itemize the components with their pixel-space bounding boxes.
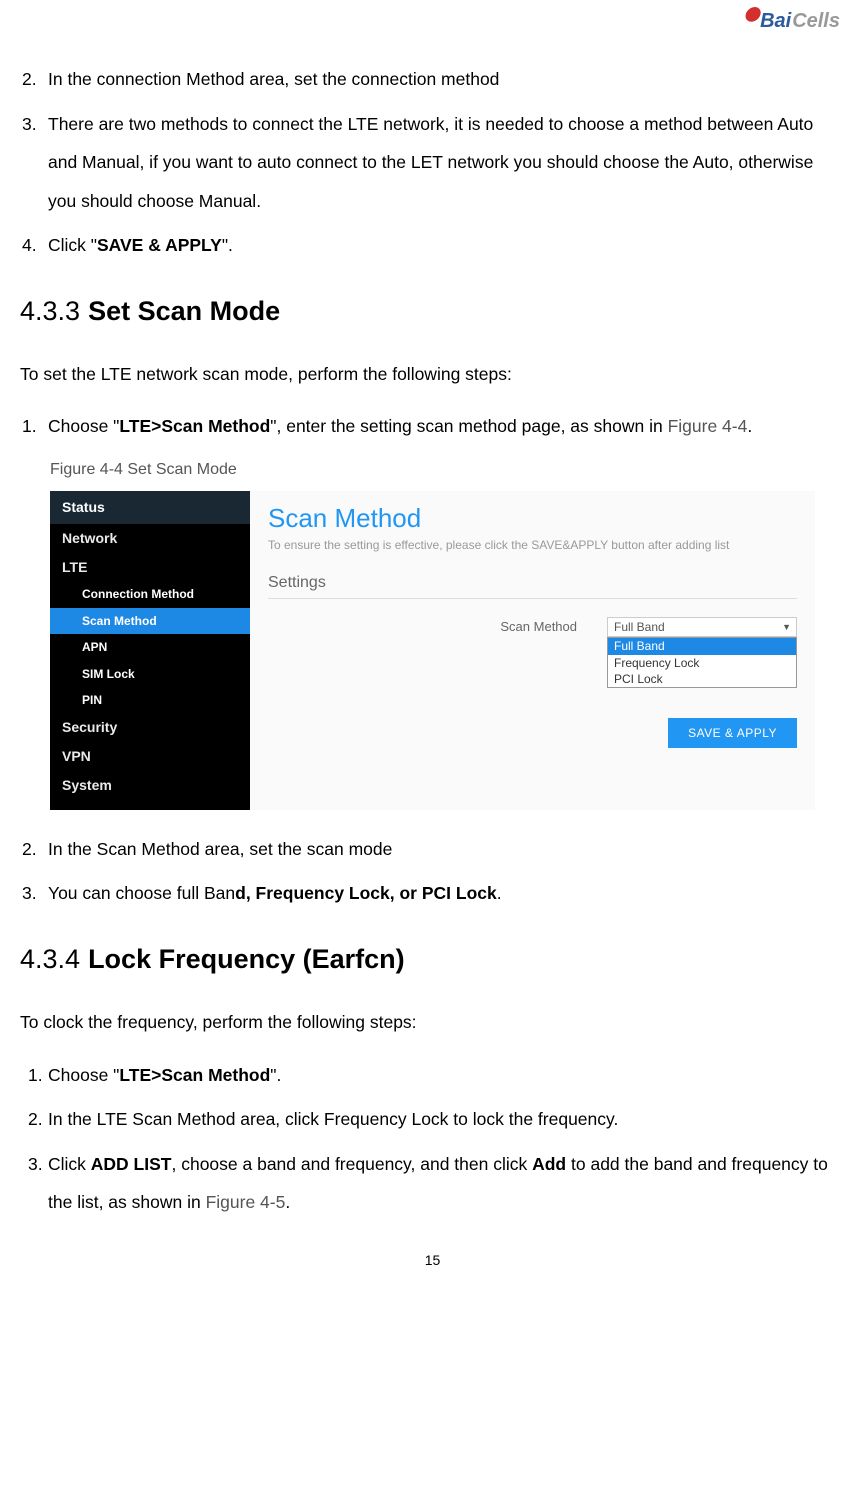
wifi-icon: ⬤ <box>744 5 760 22</box>
list-number: 3. <box>20 1145 48 1222</box>
save-apply-button[interactable]: SAVE & APPLY <box>668 718 797 748</box>
panel-title: Scan Method <box>268 503 797 534</box>
panel-subtitle: To ensure the setting is effective, plea… <box>268 538 797 552</box>
heading-text: Set Scan Mode <box>88 295 280 327</box>
sidebar-item-network[interactable]: Network <box>50 524 250 553</box>
select-value[interactable]: Full Band ▼ <box>607 617 797 637</box>
sidebar-item-security[interactable]: Security <box>50 713 250 742</box>
list-item: 2. In the Scan Method area, set the scan… <box>20 830 845 869</box>
section-header: Settings <box>268 573 797 599</box>
page-number: 15 <box>0 1252 865 1268</box>
sidebar-item-system[interactable]: System <box>50 771 250 800</box>
select-dropdown: Full Band Frequency Lock PCI Lock <box>607 637 797 688</box>
list-number: 1. <box>20 407 48 446</box>
body-text: To clock the frequency, perform the foll… <box>20 1003 845 1042</box>
select-option[interactable]: Frequency Lock <box>608 655 796 671</box>
heading-4-3-4: 4.3.4 Lock Frequency (Earfcn) <box>20 943 845 975</box>
list-number: 3. <box>20 105 48 221</box>
list-number: 4. <box>20 226 48 265</box>
logo-text-cells: Cells <box>792 10 840 33</box>
list-text: In the Scan Method area, set the scan mo… <box>48 830 845 869</box>
list-text: Choose "LTE>Scan Method". <box>48 1056 845 1095</box>
sidebar-item-vpn[interactable]: VPN <box>50 742 250 771</box>
main-panel: Scan Method To ensure the setting is eff… <box>250 491 815 810</box>
list-number: 3. <box>20 874 48 913</box>
list-text: In the LTE Scan Method area, click Frequ… <box>48 1100 845 1139</box>
list-item: 3. You can choose full Band, Frequency L… <box>20 874 845 913</box>
sidebar-sub-scan-method[interactable]: Scan Method <box>50 608 250 634</box>
form-row-scan-method: Scan Method Full Band ▼ Full Band Freque… <box>268 617 797 689</box>
heading-text: Lock Frequency (Earfcn) <box>88 943 405 975</box>
list-text: There are two methods to connect the LTE… <box>48 105 845 221</box>
list-text: In the connection Method area, set the c… <box>48 60 845 99</box>
body-text: To set the LTE network scan mode, perfor… <box>20 355 845 394</box>
select-option[interactable]: Full Band <box>608 638 796 654</box>
list-item: 3. There are two methods to connect the … <box>20 105 845 221</box>
logo: ⬤ BaiCells <box>742 10 840 33</box>
list-item: 4. Click "SAVE & APPLY". <box>20 226 845 265</box>
logo-text-bai: Bai <box>760 10 791 33</box>
sidebar-item-status[interactable]: Status <box>50 491 250 524</box>
heading-number: 4.3.3 <box>20 295 80 327</box>
scan-method-select[interactable]: Full Band ▼ Full Band Frequency Lock PCI… <box>607 617 797 689</box>
list-number: 2. <box>20 830 48 869</box>
list-number: 1. <box>20 1056 48 1095</box>
list-text: Click "SAVE & APPLY". <box>48 226 845 265</box>
list-text: Click ADD LIST, choose a band and freque… <box>48 1145 845 1222</box>
heading-4-3-3: 4.3.3 Set Scan Mode <box>20 295 845 327</box>
list-item: 3. Click ADD LIST, choose a band and fre… <box>20 1145 845 1222</box>
list-text: Choose "LTE>Scan Method", enter the sett… <box>48 407 845 446</box>
list-item: 2. In the connection Method area, set th… <box>20 60 845 99</box>
figure-caption: Figure 4-4 Set Scan Mode <box>50 452 845 487</box>
sidebar-item-lte[interactable]: LTE <box>50 553 250 582</box>
sidebar-sub-apn[interactable]: APN <box>50 634 250 660</box>
screenshot-figure-4-4: Status Network LTE Connection Method Sca… <box>50 491 815 810</box>
list-text: You can choose full Band, Frequency Lock… <box>48 874 845 913</box>
chevron-down-icon: ▼ <box>782 622 791 633</box>
list-item: 1. Choose "LTE>Scan Method", enter the s… <box>20 407 845 446</box>
list-item: 1. Choose "LTE>Scan Method". <box>20 1056 845 1095</box>
heading-number: 4.3.4 <box>20 943 80 975</box>
select-option[interactable]: PCI Lock <box>608 671 796 687</box>
list-number: 2. <box>20 1100 48 1139</box>
list-number: 2. <box>20 60 48 99</box>
sidebar-sub-connection-method[interactable]: Connection Method <box>50 581 250 607</box>
sidebar: Status Network LTE Connection Method Sca… <box>50 491 250 810</box>
sidebar-sub-sim-lock[interactable]: SIM Lock <box>50 661 250 687</box>
list-item: 2. In the LTE Scan Method area, click Fr… <box>20 1100 845 1139</box>
form-label: Scan Method <box>500 617 577 635</box>
sidebar-sub-pin[interactable]: PIN <box>50 687 250 713</box>
page-content: 2. In the connection Method area, set th… <box>0 0 865 1222</box>
